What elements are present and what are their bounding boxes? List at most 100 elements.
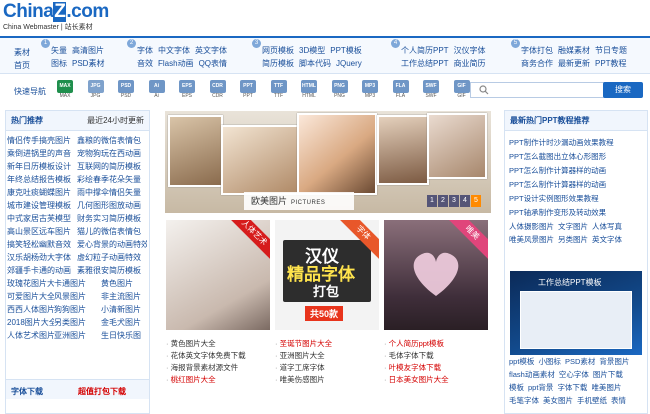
nav-link[interactable]: JQuery bbox=[336, 59, 362, 68]
tag-link[interactable]: 字体下载 bbox=[557, 383, 587, 392]
hot-list-link[interactable]: 黄色图片 bbox=[101, 277, 148, 290]
recent-24h-label[interactable]: 最近24小时更新 bbox=[87, 111, 144, 131]
tag-link[interactable]: 唯美风景图片 bbox=[509, 235, 554, 244]
tile-list-link[interactable]: 个人简历ppt模板 bbox=[384, 338, 494, 350]
tile-list-link[interactable]: 花体英文字体免费下载 bbox=[166, 350, 276, 362]
hot-list-link[interactable]: 猫儿的微信表情包 bbox=[77, 225, 147, 238]
hot-list-link[interactable]: 玫瑰花图片大全 bbox=[7, 277, 54, 290]
quick-cdr-icon[interactable]: CDR CDR bbox=[209, 80, 226, 100]
hot-list-link[interactable]: 新年日历模板设计 bbox=[7, 160, 77, 173]
nav-link[interactable]: 图标 bbox=[51, 59, 67, 68]
hot-list-link[interactable]: 风景图片 bbox=[54, 290, 101, 303]
hot-list-link[interactable]: 城市建设管理模板 bbox=[7, 199, 77, 212]
nav-link[interactable]: Flash动画 bbox=[158, 59, 194, 68]
hot-list-link[interactable]: 年终总结报告模板 bbox=[7, 173, 77, 186]
hot-list-link[interactable]: 郊疆手卡通的动画 bbox=[7, 264, 77, 277]
hot-list-link[interactable]: 金毛犬图片 bbox=[101, 316, 148, 329]
nav-link[interactable]: 汉仪字体 bbox=[454, 46, 486, 55]
quick-ttf-icon[interactable]: TTF TTF bbox=[270, 80, 287, 100]
ppt-tutorial-link[interactable]: PPT怎么制作计算器样的动画 bbox=[509, 164, 647, 178]
nav-link[interactable]: 字体打包 bbox=[521, 46, 553, 55]
tile-list-link[interactable]: 日本美女图片大全 bbox=[384, 374, 494, 386]
hot-list-link[interactable]: 雨中撑伞情侣矢量 bbox=[77, 186, 147, 199]
tag-link[interactable]: 另类图片 bbox=[558, 235, 588, 244]
tile-list-link[interactable]: 道字工席字体 bbox=[275, 362, 385, 374]
hot-list-link[interactable]: 西西人体图片 bbox=[7, 303, 54, 316]
hot-list-link[interactable]: 高山景区远车图片 bbox=[7, 225, 77, 238]
tag-link[interactable]: 背景图片 bbox=[599, 357, 629, 366]
quick-html-icon[interactable]: HTML HTML bbox=[301, 80, 317, 100]
tag-link[interactable]: 图片下载 bbox=[593, 370, 623, 379]
bundle-download-link[interactable]: 超值打包下载 bbox=[78, 386, 126, 397]
nav-link[interactable]: 个人简历PPT bbox=[401, 46, 449, 55]
nav-link[interactable]: PSD素材 bbox=[72, 59, 104, 68]
hot-list-link[interactable]: 另类图片 bbox=[54, 316, 101, 329]
tile-list-link[interactable]: 毛体字体下载 bbox=[384, 350, 494, 362]
quick-eps-icon[interactable]: EPS EPS bbox=[179, 80, 195, 100]
nav-link[interactable]: 英文字体 bbox=[195, 46, 227, 55]
nav-link[interactable]: 中文字体 bbox=[158, 46, 190, 55]
hot-list-link[interactable]: 汉乐胡杨劲大字体 bbox=[7, 251, 77, 264]
tag-link[interactable]: 小图标 bbox=[538, 357, 561, 366]
nav-link[interactable]: 3D模型 bbox=[299, 46, 325, 55]
ppt-tutorial-link[interactable]: PPT轴承制作变形及转动效果 bbox=[509, 206, 647, 220]
hot-list-link[interactable]: 卡通图片 bbox=[54, 277, 101, 290]
nav-link[interactable]: 网页模板 bbox=[262, 46, 294, 55]
quick-ai-icon[interactable]: Ai Ai bbox=[148, 80, 165, 100]
nav-link[interactable]: 字体 bbox=[137, 46, 153, 55]
site-logo[interactable]: ChinaZ.com China Webmaster | 站长素材 bbox=[3, 2, 123, 32]
quick-jpg-icon[interactable]: JPG JPG bbox=[87, 80, 104, 100]
search-input[interactable] bbox=[470, 82, 614, 98]
quick-psd-icon[interactable]: PSD PSD bbox=[118, 80, 134, 100]
hot-list-link[interactable]: 素雅很安简历模板 bbox=[77, 264, 147, 277]
search-button[interactable]: 搜索 bbox=[603, 82, 643, 98]
hot-list-link[interactable]: 可爱图片大全 bbox=[7, 290, 54, 303]
quick-mp3-icon[interactable]: MP3 MP3 bbox=[362, 80, 378, 100]
hot-list-link[interactable]: 中式家居古芙模型 bbox=[7, 212, 77, 225]
tag-link[interactable]: 模板 bbox=[509, 383, 524, 392]
tag-link[interactable]: 毛笔字体 bbox=[509, 396, 539, 405]
feature-tile-font[interactable]: 汉仪 精品字体 打包 共50款 字体 bbox=[275, 220, 379, 330]
quick-ppt-icon[interactable]: PPT PPT bbox=[240, 80, 256, 100]
tag-link[interactable]: 美女图片 bbox=[543, 396, 573, 405]
hot-list-link[interactable]: 2018图片大全 bbox=[7, 316, 54, 329]
hot-list-link[interactable]: 宠物狗玩在西动画 bbox=[77, 147, 147, 160]
tag-link[interactable]: ppt模板 bbox=[509, 357, 534, 366]
quick-swf-icon[interactable]: SWF SWF bbox=[423, 80, 439, 100]
nav-link[interactable]: 脚本代码 bbox=[299, 59, 331, 68]
tag-link[interactable]: 空心字体 bbox=[559, 370, 589, 379]
hot-list-link[interactable]: 搞笑轻松幽默音效 bbox=[7, 238, 77, 251]
quick-png-icon[interactable]: PNG PNG bbox=[331, 80, 348, 100]
hot-list-link[interactable]: 人体艺术图片 bbox=[7, 329, 54, 342]
nav-link[interactable]: 商务合作 bbox=[521, 59, 553, 68]
hot-list-link[interactable]: 彩绘春季花朵矢量 bbox=[77, 173, 147, 186]
nav-link[interactable]: 商业简历 bbox=[454, 59, 486, 68]
hot-list-link[interactable]: 财务实习简历模板 bbox=[77, 212, 147, 225]
ppt-tutorial-link[interactable]: PPT制作计时沙漏动画效果教程 bbox=[509, 136, 647, 150]
font-download-link[interactable]: 字体下载 bbox=[11, 386, 43, 397]
hot-list-link[interactable]: 非主流图片 bbox=[101, 290, 148, 303]
hot-list-link[interactable]: 爱心背景的动画特效 bbox=[77, 238, 147, 251]
nav-link[interactable]: QQ表情 bbox=[199, 59, 227, 68]
tag-link[interactable]: 人体写真 bbox=[592, 222, 622, 231]
feature-tile-art[interactable]: 人体艺术 bbox=[166, 220, 270, 330]
tile-list-link[interactable]: 圣诞节图片大全 bbox=[275, 338, 385, 350]
tag-link[interactable]: ppt背景 bbox=[528, 383, 553, 392]
ppt-template-banner[interactable]: 工作总结PPT模板 bbox=[510, 271, 642, 355]
hot-list-link[interactable]: 虚幻粒子动画特效 bbox=[77, 251, 147, 264]
hot-list-link[interactable]: 亚洲图片 bbox=[54, 329, 101, 342]
banner-page-5[interactable]: 5 bbox=[471, 195, 481, 207]
hot-list-link[interactable]: 情侣传手搞壳图片 bbox=[7, 134, 77, 147]
banner-page-1[interactable]: 1 bbox=[427, 195, 437, 207]
hot-list-link[interactable]: 小清新图片 bbox=[101, 303, 148, 316]
tag-link[interactable]: 人体摄影图片 bbox=[509, 222, 554, 231]
feature-tile-aesthetic[interactable]: 唯美 bbox=[384, 220, 488, 330]
hot-list-link[interactable]: 几何图形图放动画 bbox=[77, 199, 147, 212]
tag-link[interactable]: 手机壁纸 bbox=[577, 396, 607, 405]
nav-link[interactable]: 高清图片 bbox=[72, 46, 104, 55]
nav-link[interactable]: 融媒素材 bbox=[558, 46, 590, 55]
hot-list-link[interactable]: 狗狗图片 bbox=[54, 303, 101, 316]
nav-home[interactable]: 素材 首页 bbox=[14, 46, 30, 72]
tag-link[interactable]: flash动画素材 bbox=[509, 370, 555, 379]
tag-link[interactable]: PSD素材 bbox=[565, 357, 595, 366]
